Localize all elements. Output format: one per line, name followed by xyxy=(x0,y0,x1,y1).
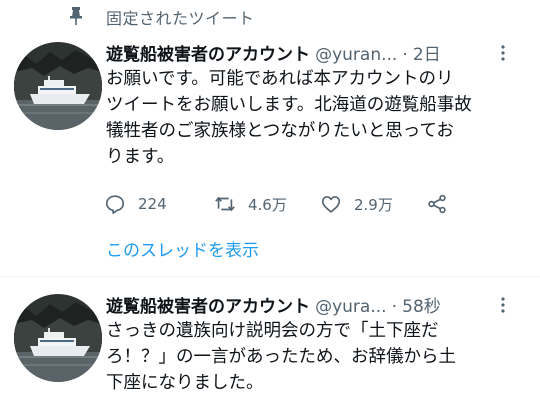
user-handle[interactable]: @yura... xyxy=(315,297,386,317)
tweet-text-line: さっきの遺族向け説明会の方で「土下座だ xyxy=(106,321,439,341)
tweet-header: 遊覧船被害者のアカウント @yuran... · 2日 xyxy=(106,40,526,66)
tweet-text-line: ります。 xyxy=(106,147,175,167)
show-thread-link[interactable]: このスレッドを表示 xyxy=(106,236,259,261)
retweet-icon xyxy=(215,196,235,212)
display-name[interactable]: 遊覧船被害者のアカウント xyxy=(106,45,310,65)
share-icon xyxy=(428,194,446,214)
tweet-text: さっきの遺族向け説明会の方で「土下座だ ろ！？」の一言があったため、お辞儀から土… xyxy=(106,318,526,396)
retweet-button[interactable]: 4.6万 xyxy=(214,190,287,218)
tweet-text-line: ツイートをお願いします。北海道の遊覧船事故 xyxy=(106,95,472,115)
tweet-text: お願いです。可能であれば本アカウントのリ ツイートをお願いします。北海道の遊覧船… xyxy=(106,66,526,170)
tweet-text-line: 下座になりました。 xyxy=(106,373,264,393)
timestamp[interactable]: 58秒 xyxy=(402,297,441,317)
reply-count: 224 xyxy=(138,195,167,213)
more-icon[interactable] xyxy=(494,44,512,62)
like-count: 2.9万 xyxy=(354,195,393,214)
separator-dot: · xyxy=(402,45,408,65)
divider xyxy=(0,276,540,277)
tweet[interactable]: 遊覧船被害者のアカウント @yura... · 58秒 さっきの遺族向け説明会の… xyxy=(0,278,540,402)
like-button[interactable]: 2.9万 xyxy=(320,190,393,218)
avatar[interactable] xyxy=(14,294,102,382)
user-handle[interactable]: @yuran... xyxy=(315,45,397,65)
pinned-indicator: 固定されたツイート xyxy=(0,0,540,34)
tweet-actions: 224 4.6万 2.9万 xyxy=(104,190,524,218)
reply-button[interactable]: 224 xyxy=(104,190,167,218)
pinned-label: 固定されたツイート xyxy=(106,9,255,28)
pin-icon xyxy=(70,7,82,25)
like-icon xyxy=(321,196,341,213)
avatar-ship-image xyxy=(14,42,102,130)
tweet-text-line: お願いです。可能であれば本アカウントのリ xyxy=(106,69,454,89)
retweet-count: 4.6万 xyxy=(248,195,287,214)
avatar[interactable] xyxy=(14,42,102,130)
timestamp[interactable]: 2日 xyxy=(413,45,441,65)
tweet-header: 遊覧船被害者のアカウント @yura... · 58秒 xyxy=(106,292,526,318)
tweet[interactable]: 遊覧船被害者のアカウント @yuran... · 2日 お願いです。可能であれば… xyxy=(0,34,540,276)
share-button[interactable] xyxy=(426,190,448,218)
more-icon[interactable] xyxy=(494,296,512,314)
tweet-text-line: 犠牲者のご家族様とつながりたいと思ってお xyxy=(106,121,454,141)
reply-icon xyxy=(105,195,125,214)
avatar-ship-image xyxy=(14,294,102,382)
separator-dot: · xyxy=(391,297,398,317)
tweet-text-line: ろ！？」の一言があったため、お辞儀から土 xyxy=(106,347,456,367)
display-name[interactable]: 遊覧船被害者のアカウント xyxy=(106,297,310,317)
